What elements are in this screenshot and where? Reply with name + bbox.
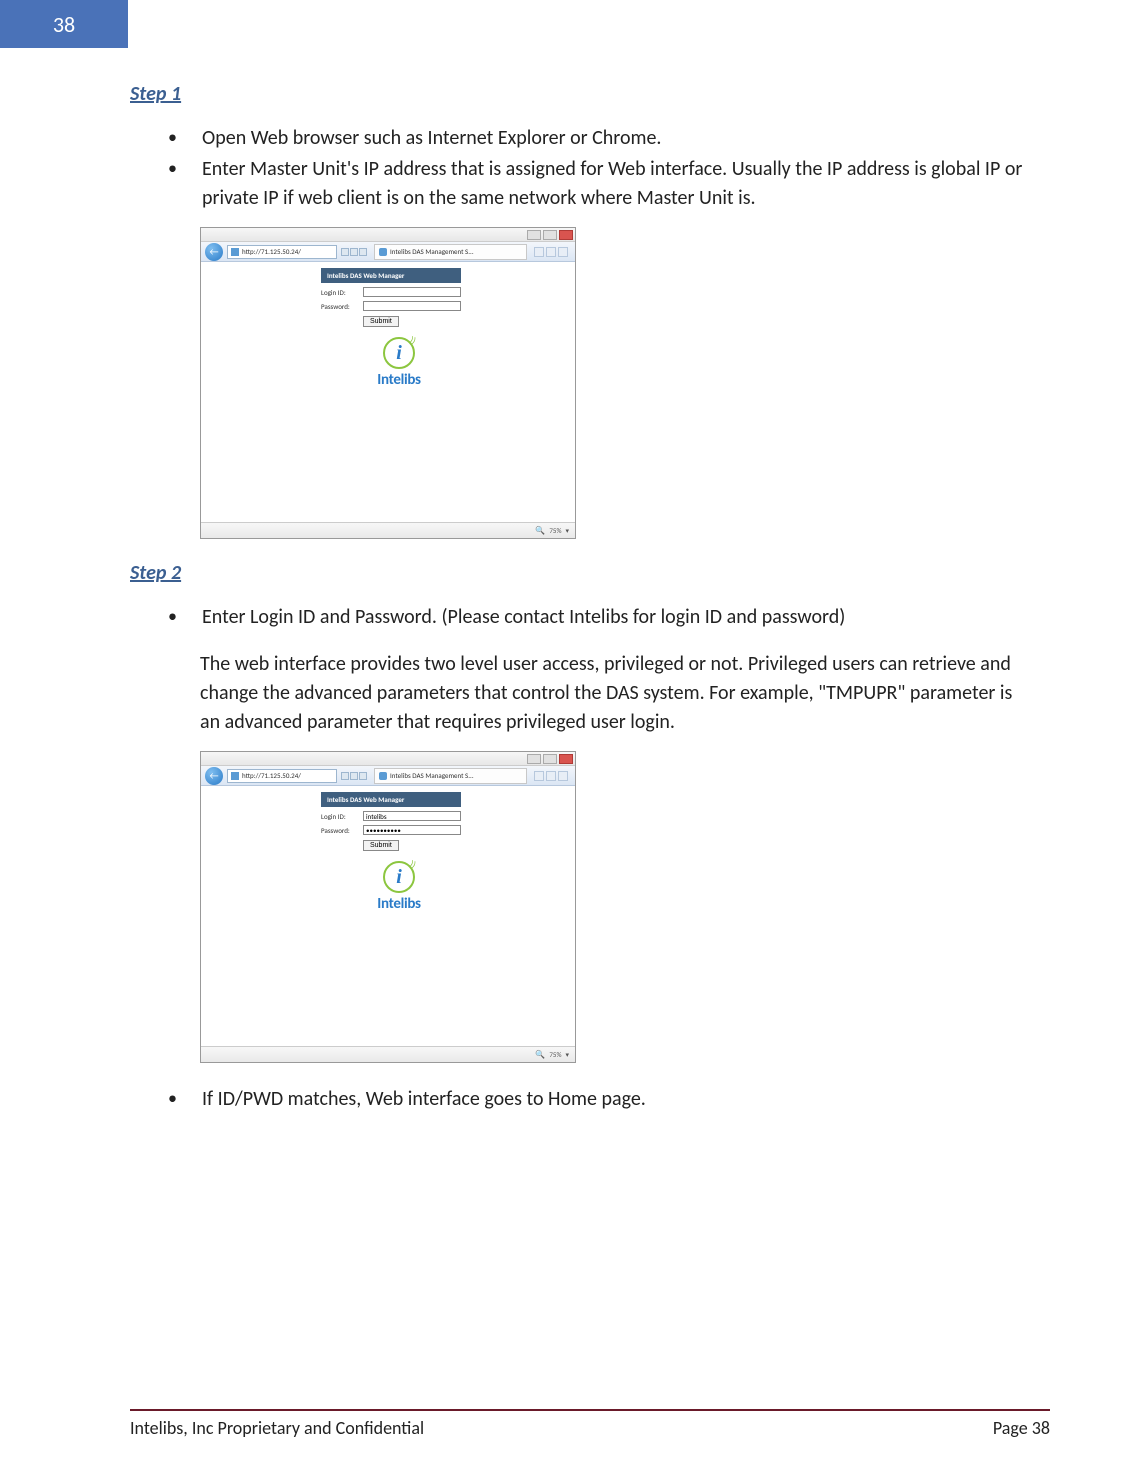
- address-bar[interactable]: http://71.125.50.24/: [227, 245, 337, 259]
- gear-icon[interactable]: [558, 771, 568, 781]
- home-icon[interactable]: [534, 247, 544, 257]
- page-number: 38: [53, 11, 75, 38]
- favorites-icon[interactable]: [546, 247, 556, 257]
- screenshot-browser-2: ← http://71.125.50.24/ Intelibs DAS Mana…: [200, 751, 576, 1063]
- search-icon[interactable]: [341, 248, 349, 256]
- status-bar: 🔍 75% ▾: [201, 1046, 575, 1062]
- back-button[interactable]: ←: [205, 243, 223, 261]
- favicon-icon: [231, 248, 239, 256]
- zoom-level: 75%: [549, 526, 561, 535]
- zoom-icon: 🔍: [535, 1050, 545, 1060]
- minimize-icon[interactable]: [527, 754, 541, 764]
- login-panel: Intelibs DAS Web Manager Login ID: Passw…: [321, 268, 461, 389]
- minimize-icon[interactable]: [527, 230, 541, 240]
- logo-icon: i )): [383, 337, 415, 369]
- browser-tab[interactable]: Intelibs DAS Management S...: [374, 768, 527, 784]
- wifi-icon: )): [407, 858, 417, 870]
- page-number-tab: 38: [0, 0, 128, 48]
- tab-favicon-icon: [379, 772, 387, 780]
- logo-icon: i )): [383, 861, 415, 893]
- login-id-row: Login ID:: [321, 811, 461, 821]
- screenshot-browser-1: ← http://71.125.50.24/ Intelibs DAS Mana…: [200, 227, 576, 539]
- footer: Intelibs, Inc Proprietary and Confidenti…: [130, 1409, 1050, 1439]
- submit-button[interactable]: Submit: [363, 840, 399, 851]
- step2-heading: Step 2: [130, 561, 1028, 585]
- zoom-icon: 🔍: [535, 526, 545, 536]
- logo: i )) Intelibs: [363, 861, 435, 913]
- wifi-icon: )): [407, 334, 417, 346]
- browser-tab[interactable]: Intelibs DAS Management S...: [374, 244, 527, 260]
- refresh-icon[interactable]: [350, 248, 358, 256]
- browser-toolbar: ← http://71.125.50.24/ Intelibs DAS Mana…: [201, 242, 575, 262]
- content: Step 1 Open Web browser such as Internet…: [100, 0, 1028, 1114]
- favicon-icon: [231, 772, 239, 780]
- stop-icon[interactable]: [359, 248, 367, 256]
- login-id-label: Login ID:: [321, 288, 363, 297]
- list-item: If ID/PWD matches, Web interface goes to…: [168, 1085, 1028, 1114]
- search-icon[interactable]: [341, 772, 349, 780]
- password-input[interactable]: [363, 301, 461, 311]
- maximize-icon[interactable]: [543, 754, 557, 764]
- home-icon[interactable]: [534, 771, 544, 781]
- tab-title: Intelibs DAS Management S...: [390, 771, 474, 780]
- password-label: Password:: [321, 826, 363, 835]
- gear-icon[interactable]: [558, 247, 568, 257]
- address-bar[interactable]: http://71.125.50.24/: [227, 769, 337, 783]
- password-row: Password:: [321, 301, 461, 311]
- window-titlebar: [201, 228, 575, 242]
- logo: i )) Intelibs: [363, 337, 435, 389]
- login-header: Intelibs DAS Web Manager: [321, 792, 461, 807]
- favorites-icon[interactable]: [546, 771, 556, 781]
- maximize-icon[interactable]: [543, 230, 557, 240]
- list-item: Enter Login ID and Password. (Please con…: [168, 603, 1028, 632]
- tab-favicon-icon: [379, 248, 387, 256]
- password-input[interactable]: [363, 825, 461, 835]
- window-titlebar: [201, 752, 575, 766]
- chevron-down-icon[interactable]: ▾: [565, 526, 569, 535]
- step2-top-bullets: Enter Login ID and Password. (Please con…: [168, 603, 1028, 632]
- password-label: Password:: [321, 302, 363, 311]
- login-panel: Intelibs DAS Web Manager Login ID: Passw…: [321, 792, 461, 913]
- login-id-label: Login ID:: [321, 812, 363, 821]
- close-icon[interactable]: [559, 754, 573, 764]
- list-item: Open Web browser such as Internet Explor…: [168, 124, 1028, 153]
- browser-toolbar: ← http://71.125.50.24/ Intelibs DAS Mana…: [201, 766, 575, 786]
- page-body: Intelibs DAS Web Manager Login ID: Passw…: [201, 786, 575, 1046]
- status-bar: 🔍 75% ▾: [201, 522, 575, 538]
- submit-button[interactable]: Submit: [363, 316, 399, 327]
- chevron-down-icon[interactable]: ▾: [565, 1050, 569, 1059]
- step2-bottom-bullets: If ID/PWD matches, Web interface goes to…: [168, 1085, 1028, 1114]
- footer-left: Intelibs, Inc Proprietary and Confidenti…: [130, 1417, 424, 1439]
- stop-icon[interactable]: [359, 772, 367, 780]
- zoom-level: 75%: [549, 1050, 561, 1059]
- password-row: Password:: [321, 825, 461, 835]
- page-body: Intelibs DAS Web Manager Login ID: Passw…: [201, 262, 575, 522]
- step1-bullets: Open Web browser such as Internet Explor…: [168, 124, 1028, 213]
- login-id-input[interactable]: [363, 811, 461, 821]
- back-button[interactable]: ←: [205, 767, 223, 785]
- login-header: Intelibs DAS Web Manager: [321, 268, 461, 283]
- url-text: http://71.125.50.24/: [242, 247, 301, 256]
- footer-right: Page 38: [993, 1417, 1050, 1439]
- close-icon[interactable]: [559, 230, 573, 240]
- login-id-row: Login ID:: [321, 287, 461, 297]
- toolbar-buttons: [531, 771, 571, 781]
- logo-text: Intelibs: [363, 371, 435, 389]
- logo-text: Intelibs: [363, 895, 435, 913]
- page: 38 Step 1 Open Web browser such as Inter…: [0, 0, 1128, 1483]
- refresh-icon[interactable]: [350, 772, 358, 780]
- url-controls: [341, 248, 367, 256]
- toolbar-buttons: [531, 247, 571, 257]
- step2-paragraph: The web interface provides two level use…: [200, 650, 1028, 737]
- step1-heading: Step 1: [130, 82, 1028, 106]
- list-item: Enter Master Unit's IP address that is a…: [168, 155, 1028, 213]
- url-text: http://71.125.50.24/: [242, 771, 301, 780]
- tab-title: Intelibs DAS Management S...: [390, 247, 474, 256]
- url-controls: [341, 772, 367, 780]
- login-id-input[interactable]: [363, 287, 461, 297]
